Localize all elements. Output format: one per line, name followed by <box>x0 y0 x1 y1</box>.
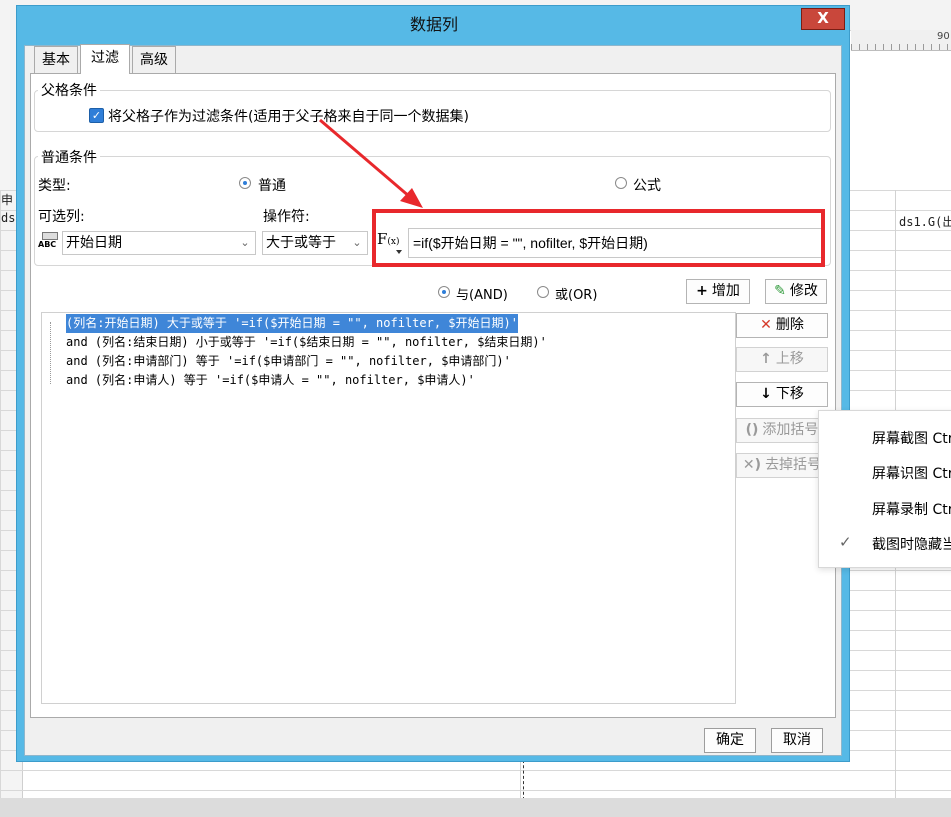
close-button[interactable]: X <box>801 8 845 30</box>
dialog-title: 数据列 <box>409 15 458 34</box>
operator-select[interactable]: 大于或等于 ⌄ <box>262 231 368 255</box>
tab-advanced[interactable]: 高级 <box>132 46 176 73</box>
check-icon: ✓ <box>839 533 852 551</box>
logic-or-label[interactable]: 或(OR) <box>555 284 597 303</box>
column-label: 可选列: <box>38 209 85 225</box>
operator-select-value: 大于或等于 <box>266 235 336 251</box>
logic-and-label[interactable]: 与(AND) <box>456 284 508 303</box>
cancel-button[interactable]: 取消 <box>771 728 823 753</box>
page-break-line <box>523 760 525 800</box>
move-up-button[interactable]: ↑ 上移 <box>736 347 828 372</box>
ruler <box>851 30 951 51</box>
menu-item-screen-ocr[interactable]: 屏幕识图 Ctrl <box>872 463 951 483</box>
grid-cell[interactable]: 申 <box>1 191 13 208</box>
operator-label: 操作符: <box>263 209 310 225</box>
status-bar <box>0 798 951 817</box>
logic-and-radio[interactable] <box>438 286 450 298</box>
add-bracket-button[interactable]: () 添加括号 <box>736 418 828 443</box>
ok-button[interactable]: 确定 <box>704 728 756 753</box>
tab-basic[interactable]: 基本 <box>34 46 78 73</box>
menu-item-hide-window[interactable]: 截图时隐藏当前窗口 <box>872 534 951 554</box>
type-normal-radio[interactable] <box>239 177 251 189</box>
parent-filter-checkbox-label: 将父格子作为过滤条件(适用于父子格来自于同一个数据集) <box>108 109 469 125</box>
chevron-down-icon: ⌄ <box>352 236 362 249</box>
remove-bracket-icon: ✕) <box>742 457 762 473</box>
bracket-icon: () <box>745 422 759 438</box>
delete-icon: ✕ <box>760 317 772 333</box>
condition-row[interactable]: and (列名:申请部门) 等于 '=if($申请部门 = "", nofilt… <box>66 352 511 371</box>
parent-condition-label: 父格条件 <box>38 80 100 100</box>
condition-row[interactable]: and (列名:结束日期) 小于或等于 '=if($结束日期 = "", nof… <box>66 333 547 352</box>
modify-button[interactable]: ✎ 修改 <box>765 279 827 304</box>
normal-condition-label: 普通条件 <box>38 147 100 167</box>
add-button[interactable]: + 增加 <box>686 279 750 304</box>
column-select[interactable]: 开始日期 ⌄ <box>62 231 256 255</box>
type-normal-label[interactable]: 普通 <box>258 175 286 195</box>
edit-icon: ✎ <box>774 283 786 299</box>
menu-item-screen-record[interactable]: 屏幕录制 Ctrl <box>872 499 951 519</box>
logic-or-radio[interactable] <box>537 286 549 298</box>
condition-row[interactable]: (列名:开始日期) 大于或等于 '=if($开始日期 = "", nofilte… <box>66 314 518 333</box>
move-down-button[interactable]: ↓ 下移 <box>736 382 828 407</box>
arrow-up-icon: ↑ <box>760 351 772 367</box>
tree-connector <box>50 322 52 384</box>
tab-filter[interactable]: 过滤 <box>80 44 130 74</box>
screenshot-context-menu: 屏幕截图 Ctrl 屏幕识图 Ctrl 屏幕录制 Ctrl ✓ 截图时隐藏当前窗… <box>818 410 951 568</box>
type-label: 类型: <box>38 178 71 194</box>
remove-bracket-button[interactable]: ✕) 去掉括号 <box>736 453 828 478</box>
condition-row[interactable]: and (列名:申请人) 等于 '=if($申请人 = "", nofilter… <box>66 371 475 390</box>
menu-item-screenshot[interactable]: 屏幕截图 Ctrl <box>872 428 951 448</box>
column-select-value: 开始日期 <box>66 235 122 251</box>
type-formula-label[interactable]: 公式 <box>633 175 661 195</box>
delete-button[interactable]: ✕ 删除 <box>736 313 828 338</box>
type-formula-radio[interactable] <box>615 177 627 189</box>
highlight-box <box>372 209 825 267</box>
abc-field-icon: ABC <box>38 232 60 254</box>
chevron-down-icon: ⌄ <box>240 236 250 249</box>
parent-filter-checkbox[interactable]: ✓ <box>89 108 104 123</box>
grid-cell[interactable]: ds1.G(出 <box>899 213 951 230</box>
arrow-down-icon: ↓ <box>760 386 772 402</box>
plus-icon: + <box>696 283 708 299</box>
ruler-number: 90 <box>937 31 950 42</box>
